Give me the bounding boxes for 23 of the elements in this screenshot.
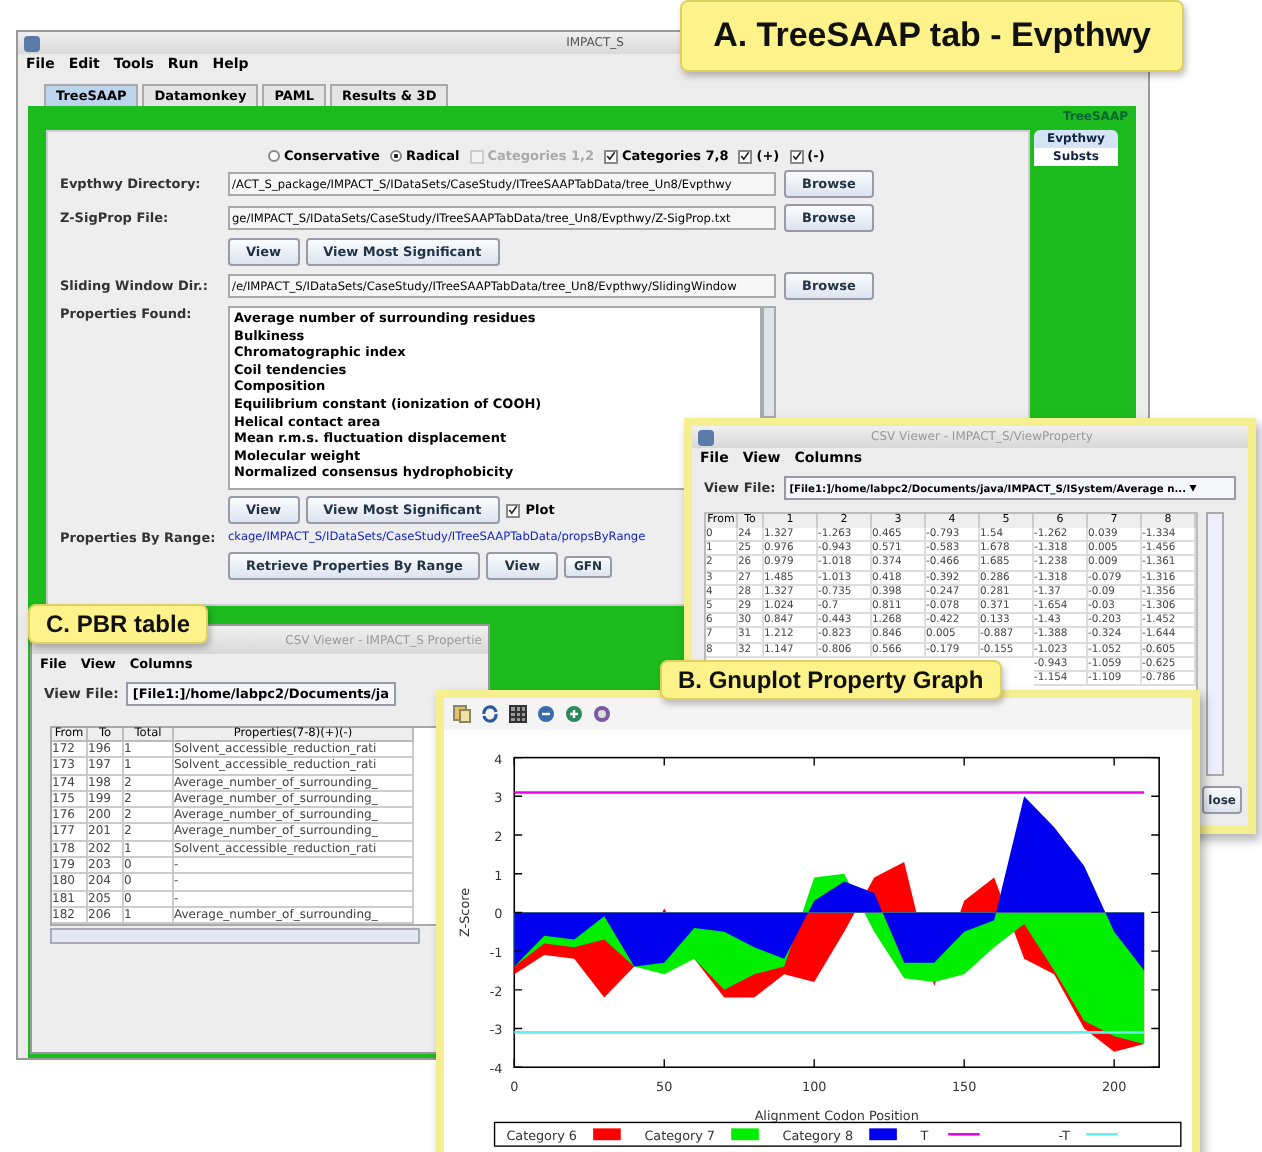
scrollbar[interactable] (1206, 512, 1224, 776)
legend-swatch (593, 1128, 621, 1141)
radio-button[interactable] (268, 150, 280, 162)
callout-label: B. Gnuplot Property Graph (660, 660, 1002, 700)
checkbox[interactable] (603, 149, 618, 163)
zoom-icon[interactable] (592, 704, 612, 724)
checkbox[interactable] (505, 503, 520, 517)
checkbox[interactable] (738, 149, 753, 163)
copy-icon[interactable] (452, 704, 472, 724)
checkbox[interactable] (789, 149, 804, 163)
legend-swatch (731, 1128, 759, 1141)
scrollbar[interactable] (762, 306, 776, 418)
callout-label: C. PBR table (28, 604, 209, 644)
legend-swatch (869, 1128, 897, 1141)
app-icon (24, 35, 40, 51)
app-icon (698, 429, 714, 445)
scrollbar[interactable] (50, 928, 420, 945)
refresh-icon[interactable] (480, 704, 500, 724)
grid-icon[interactable] (508, 704, 528, 724)
zoom-out-icon[interactable] (536, 704, 556, 724)
radio-button[interactable] (389, 150, 402, 162)
callout-label: A. TreeSAAP tab - Evpthwy (680, 0, 1184, 72)
zoom-in-icon[interactable] (564, 704, 584, 724)
